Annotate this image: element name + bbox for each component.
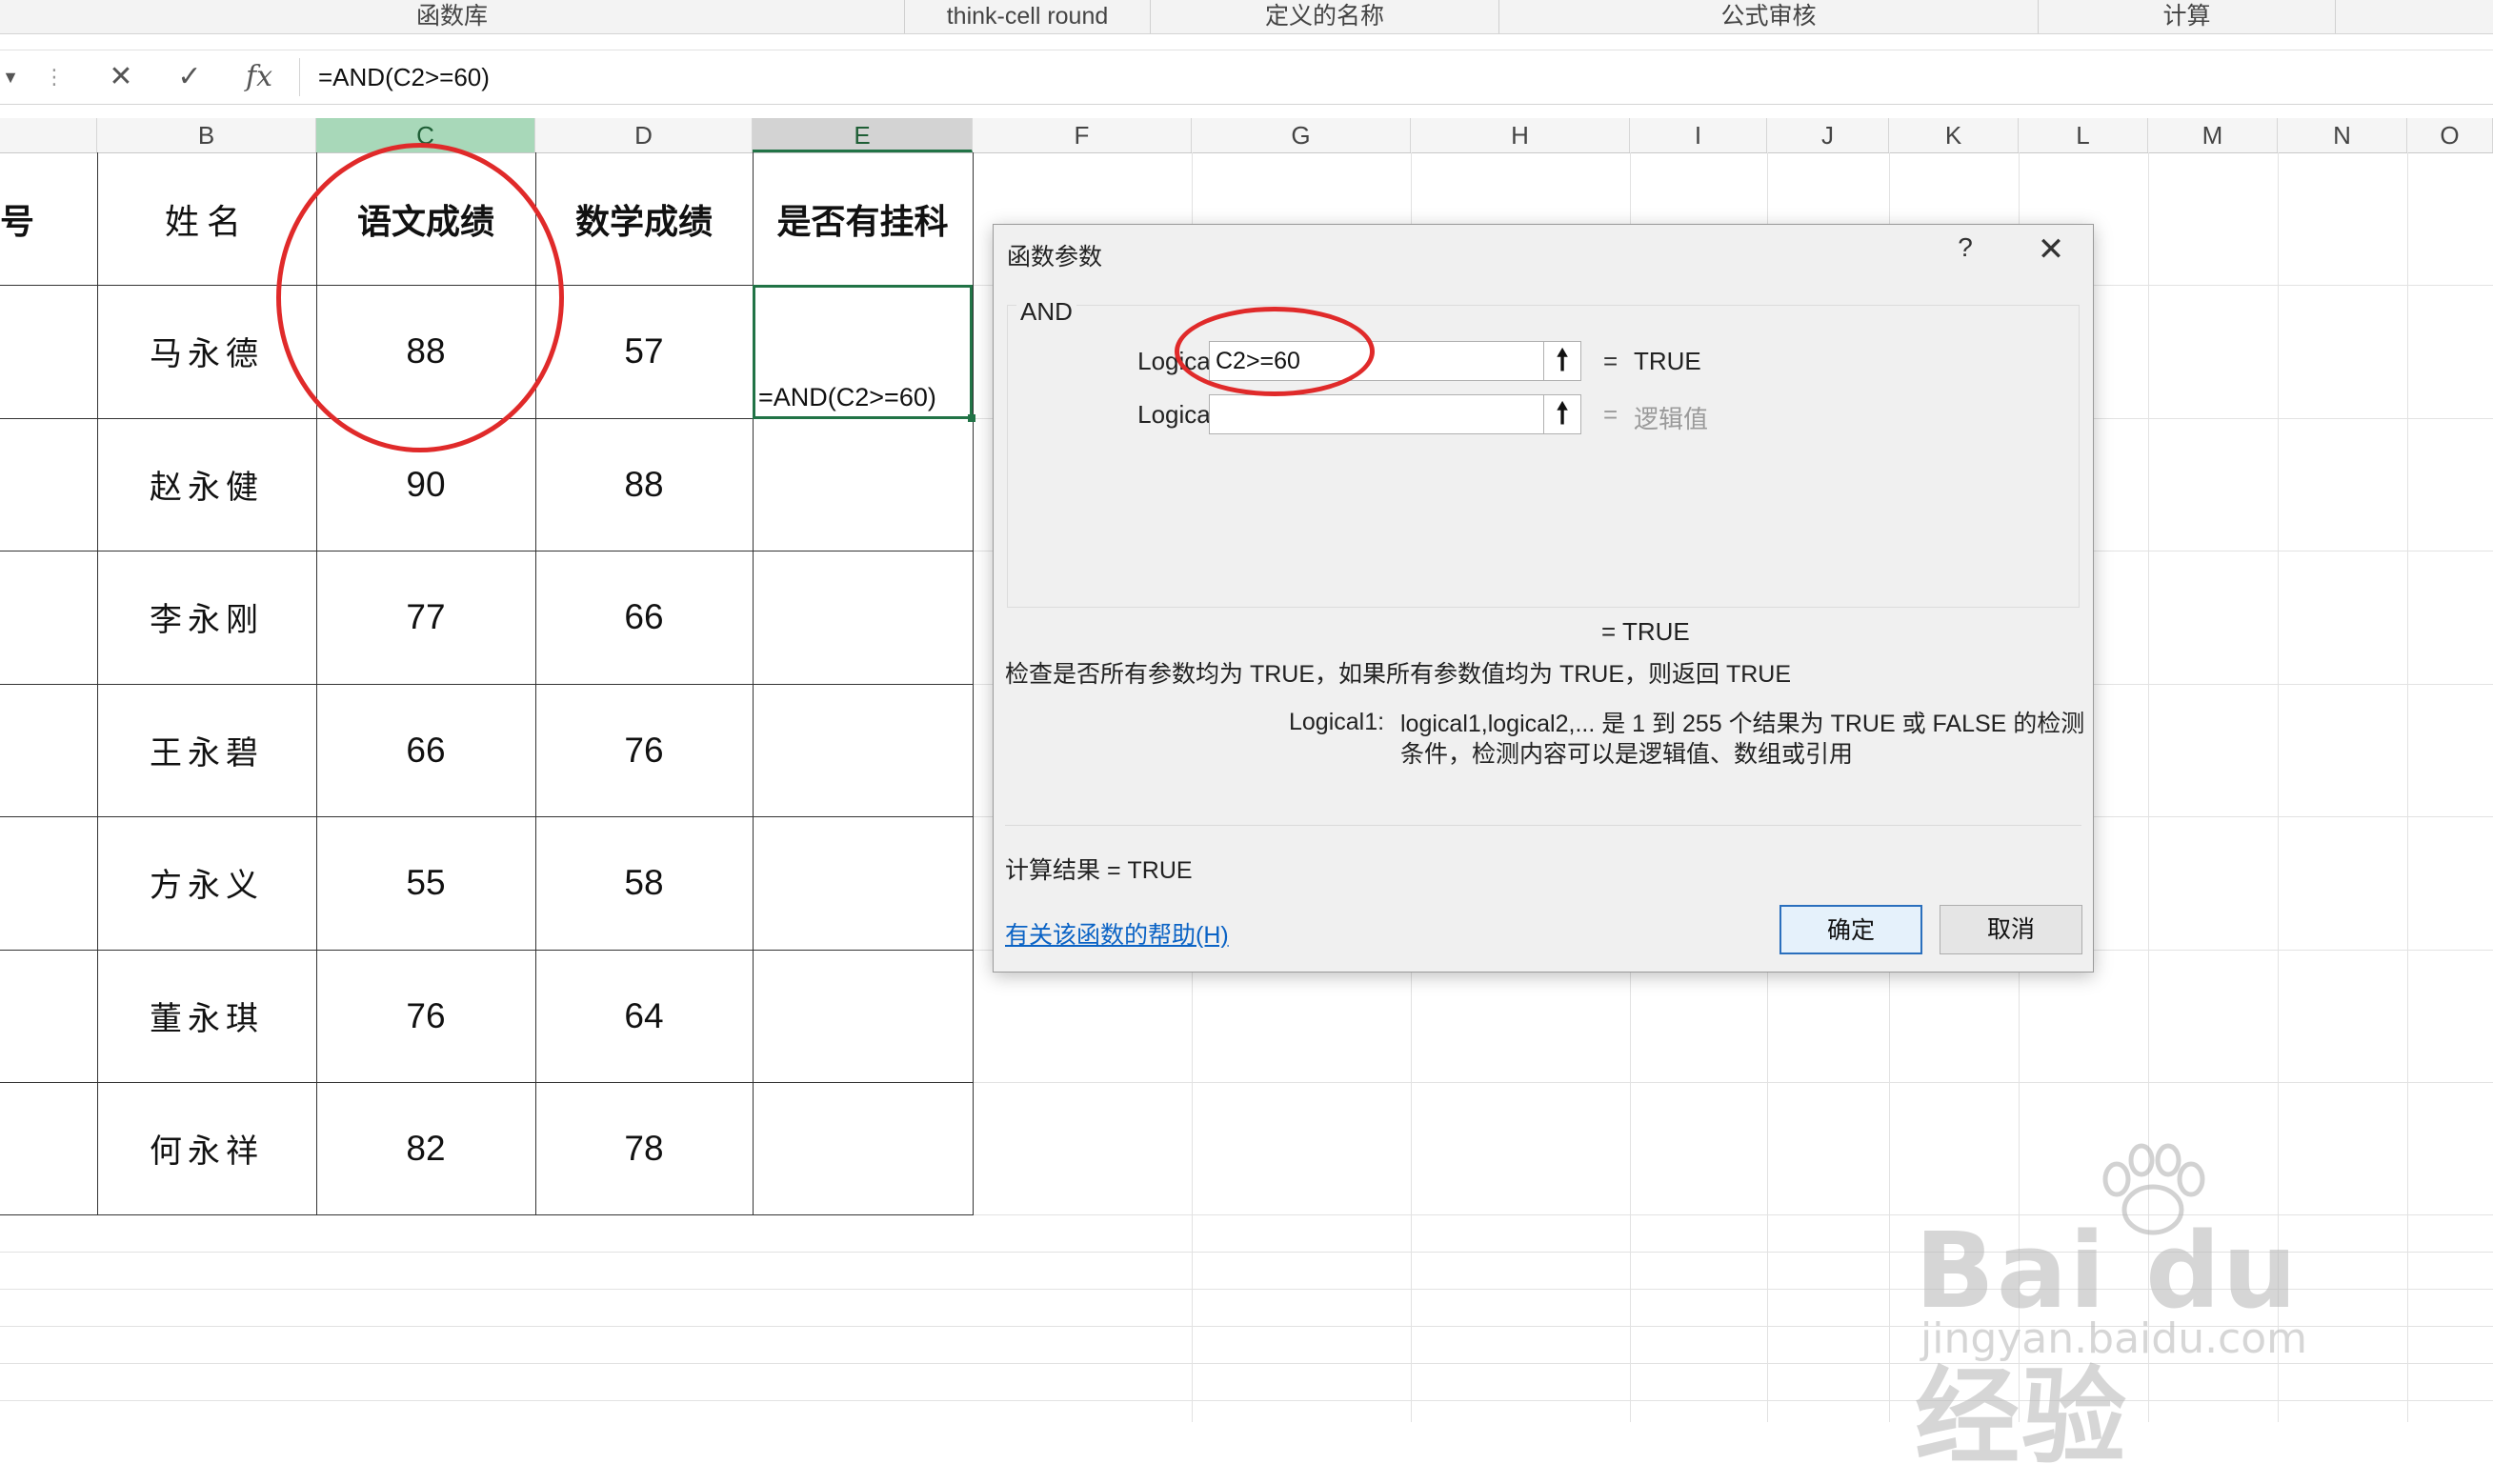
table-cell-math[interactable]: 76 <box>535 684 753 816</box>
table-cell-name[interactable]: 马永德 <box>97 285 316 417</box>
column-header-k[interactable]: K <box>1889 118 2019 152</box>
table-cell-chinese[interactable]: 88 <box>316 285 535 417</box>
table-header-id-partial[interactable]: 号 <box>0 152 34 285</box>
function-arguments-dialog: 函数参数 ? ✕ AND Logical1 C2>=60 🠕 = TRUE Lo… <box>993 224 2094 973</box>
arg-description-label: Logical1: <box>1289 709 1385 735</box>
ribbon-group-defined-names[interactable]: 定义的名称 <box>1151 0 1499 33</box>
formula-result: 计算结果 = TRUE <box>1005 857 1193 884</box>
column-header-c[interactable]: C <box>316 118 535 152</box>
gridline <box>2407 152 2408 1422</box>
table-border <box>0 1214 974 1215</box>
column-header-n[interactable]: N <box>2278 118 2407 152</box>
watermark-url: jingyan.baidu.com <box>1920 1314 2308 1363</box>
table-cell-name[interactable]: 董永琪 <box>97 950 316 1082</box>
table-cell-name[interactable]: 李永刚 <box>97 551 316 683</box>
dialog-title: 函数参数 <box>1007 244 1103 271</box>
table-cell-math[interactable]: 64 <box>535 950 753 1082</box>
arg-equals: = <box>1603 400 1618 429</box>
table-cell-math[interactable]: 66 <box>535 551 753 683</box>
baidu-watermark: Bai du 经验 jingyan.baidu.com <box>1905 1143 2401 1478</box>
column-headers: B C D E F G H I J K L M N O <box>0 118 2493 153</box>
cancel-formula-icon[interactable]: ✕ <box>95 50 147 104</box>
table-cell-chinese[interactable]: 82 <box>316 1082 535 1214</box>
table-header-chinese[interactable]: 语文成绩 <box>316 152 535 285</box>
formula-bar: ▼ ⋮ ✕ ✓ fx =AND(C2>=60) <box>0 50 2493 105</box>
formula-input[interactable]: =AND(C2>=60) <box>318 50 490 104</box>
close-icon[interactable]: ✕ <box>2032 231 2070 269</box>
arg-equals: = <box>1603 347 1618 375</box>
table-header-name[interactable]: 姓名 <box>97 152 316 285</box>
column-header-a[interactable] <box>0 118 97 152</box>
column-header-l[interactable]: L <box>2019 118 2148 152</box>
arg-description-text: logical1,logical2,... 是 1 到 255 个结果为 TRU… <box>1400 711 2085 768</box>
help-icon[interactable]: ? <box>1948 232 1982 263</box>
table-cell-name[interactable]: 王永碧 <box>97 684 316 816</box>
table-cell-name[interactable]: 赵永健 <box>97 418 316 551</box>
table-header-fail[interactable]: 是否有挂科 <box>753 152 973 285</box>
column-header-d[interactable]: D <box>535 118 753 152</box>
column-header-b[interactable]: B <box>97 118 316 152</box>
insert-function-icon[interactable]: fx <box>232 50 286 104</box>
table-cell-name[interactable]: 何永祥 <box>97 1082 316 1214</box>
table-cell-math[interactable]: 58 <box>535 816 753 949</box>
table-cell-math[interactable]: 57 <box>535 285 753 417</box>
formula-bar-divider <box>299 58 300 96</box>
column-header-m[interactable]: M <box>2148 118 2278 152</box>
drag-handle-icon[interactable]: ⋮ <box>44 50 65 104</box>
ribbon-group-function-library[interactable]: 函数库 <box>0 0 905 33</box>
arg-result-logical1: TRUE <box>1634 347 1701 375</box>
arg-hint-logical2: 逻辑值 <box>1634 405 1709 433</box>
column-header-o[interactable]: O <box>2407 118 2493 152</box>
logical2-input[interactable] <box>1209 394 1544 434</box>
table-cell-chinese[interactable]: 77 <box>316 551 535 683</box>
function-description: 检查是否所有参数均为 TRUE，如果所有参数值均为 TRUE，则返回 TRUE <box>1005 661 1792 688</box>
column-header-h[interactable]: H <box>1411 118 1630 152</box>
column-header-e[interactable]: E <box>753 118 973 152</box>
fill-handle[interactable] <box>968 414 975 422</box>
table-cell-chinese[interactable]: 66 <box>316 684 535 816</box>
table-cell-chinese[interactable]: 76 <box>316 950 535 1082</box>
ribbon-group-labels: 函数库 think-cell round 定义的名称 公式审核 计算 <box>0 0 2493 34</box>
column-header-i[interactable]: I <box>1630 118 1767 152</box>
ribbon-group-formula-auditing[interactable]: 公式审核 <box>1499 0 2039 33</box>
ok-button[interactable]: 确定 <box>1779 905 1922 954</box>
logical1-input[interactable]: C2>=60 <box>1209 341 1544 381</box>
dialog-divider <box>1005 825 2081 826</box>
column-header-g[interactable]: G <box>1192 118 1411 152</box>
column-header-f[interactable]: F <box>973 118 1192 152</box>
collapse-dialog-icon[interactable]: 🠕 <box>1543 341 1581 381</box>
cell-edit-text[interactable]: =AND(C2>=60) <box>758 383 936 412</box>
table-cell-name[interactable]: 方永义 <box>97 816 316 949</box>
column-header-j[interactable]: J <box>1767 118 1889 152</box>
overall-result: = TRUE <box>1601 617 1690 646</box>
collapse-dialog-icon[interactable]: 🠕 <box>1543 394 1581 434</box>
function-help-link[interactable]: 有关该函数的帮助(H) <box>1005 916 1229 951</box>
ribbon-group-think-cell[interactable]: think-cell round <box>905 0 1151 33</box>
table-cell-math[interactable]: 78 <box>535 1082 753 1214</box>
table-cell-chinese[interactable]: 90 <box>316 418 535 551</box>
function-name: AND <box>1016 297 1076 327</box>
cancel-button[interactable]: 取消 <box>1940 905 2082 954</box>
table-cell-math[interactable]: 88 <box>535 418 753 551</box>
table-header-math[interactable]: 数学成绩 <box>535 152 753 285</box>
ribbon-group-calculation[interactable]: 计算 <box>2039 0 2336 33</box>
confirm-formula-icon[interactable]: ✓ <box>164 50 215 104</box>
table-cell-chinese[interactable]: 55 <box>316 816 535 949</box>
name-box-dropdown-icon[interactable]: ▼ <box>0 50 21 104</box>
